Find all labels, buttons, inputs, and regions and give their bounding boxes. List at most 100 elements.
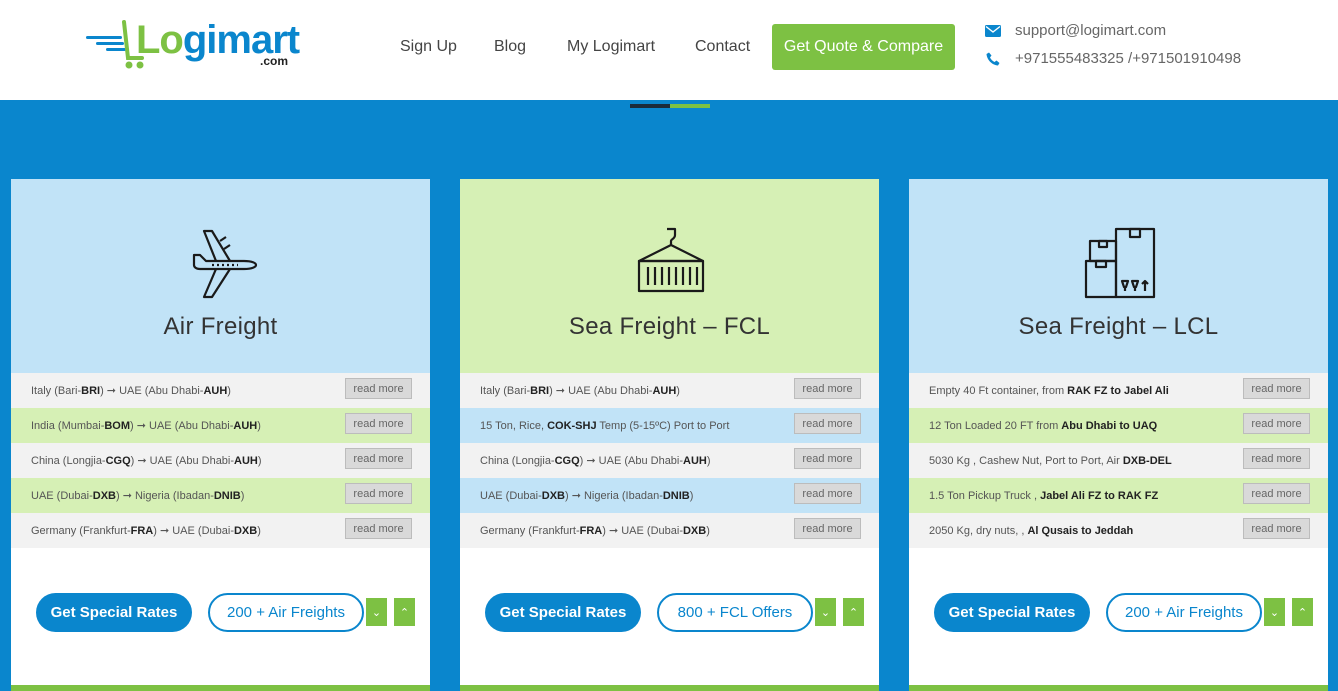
route-text: Germany (Frankfurt-FRA) ➞ UAE (Dubai-DXB… — [480, 524, 710, 537]
nav-blog[interactable]: Blog — [494, 38, 526, 56]
route-text: China (Longjia-CGQ) ➞ UAE (Abu Dhabi-AUH… — [31, 454, 262, 467]
route-list: Empty 40 Ft container, from RAK FZ to Ja… — [909, 373, 1328, 548]
route-text: 15 Ton, Rice, COK-SHJ Temp (5-15ºC) Port… — [480, 420, 729, 432]
phone-icon — [984, 51, 1002, 67]
read-more-button[interactable]: read more — [794, 483, 861, 504]
route-code: Jabel Ali FZ to RAK FZ — [1040, 489, 1159, 502]
route-segment: ) ➞ UAE (Abu Dhabi- — [130, 420, 234, 432]
get-quote-button[interactable]: Get Quote & Compare — [772, 24, 955, 70]
chevron-up-icon[interactable]: ⌃ — [1292, 598, 1313, 626]
route-code: DXB — [541, 490, 565, 502]
route-code: CGQ — [105, 455, 131, 467]
read-more-button[interactable]: read more — [794, 518, 861, 539]
chevron-down-icon[interactable]: ⌄ — [1264, 598, 1285, 626]
route-segment: ) — [706, 525, 710, 537]
route-segment: ) — [676, 385, 680, 397]
chevron-up-icon[interactable]: ⌃ — [843, 598, 864, 626]
read-more-button[interactable]: read more — [1243, 448, 1310, 469]
card-air-freight: Air Freight Italy (Bari-BRI) ➞ UAE (Abu … — [11, 179, 430, 691]
route-segment: ) ➞ UAE (Abu Dhabi- — [579, 455, 684, 467]
route-code: CGQ — [554, 455, 580, 467]
contact-email[interactable]: support@logimart.com — [984, 22, 1166, 39]
route-segment: Germany (Frankfurt- — [480, 525, 580, 537]
read-more-button[interactable]: read more — [345, 413, 412, 434]
read-more-button[interactable]: read more — [345, 378, 412, 399]
offers-count-button[interactable]: 200 + Air Freights — [1106, 593, 1262, 632]
stacked-boxes-icon — [1084, 227, 1156, 299]
chevron-down-icon[interactable]: ⌄ — [815, 598, 836, 626]
route-text: 5030 Kg , Cashew Nut, Port to Port, Air … — [929, 455, 1172, 467]
route-segment: ) — [706, 455, 711, 467]
route-row: China (Longjia-CGQ) ➞ UAE (Abu Dhabi-AUH… — [460, 443, 879, 478]
offers-count-button[interactable]: 800 + FCL Offers — [657, 593, 813, 632]
route-segment: 12 Ton Loaded 20 FT from — [929, 419, 1062, 432]
read-more-button[interactable]: read more — [1243, 378, 1310, 399]
route-segment: India (Mumbai- — [31, 420, 105, 432]
route-text: 12 Ton Loaded 20 FT from Abu Dhabi to UA… — [929, 420, 1157, 432]
envelope-icon — [984, 23, 1002, 39]
get-special-rates-button[interactable]: Get Special Rates — [934, 593, 1090, 632]
route-row: Empty 40 Ft container, from RAK FZ to Ja… — [909, 373, 1328, 408]
read-more-button[interactable]: read more — [345, 518, 412, 539]
route-code: FRA — [579, 525, 603, 537]
offers-count-button[interactable]: 200 + Air Freights — [208, 593, 364, 632]
card-header: Air Freight — [11, 179, 430, 373]
route-row: Germany (Frankfurt-FRA) ➞ UAE (Dubai-DXB… — [460, 513, 879, 548]
read-more-button[interactable]: read more — [794, 448, 861, 469]
read-more-button[interactable]: read more — [1243, 413, 1310, 434]
card-bottom-bar — [460, 685, 879, 691]
route-code: AUH — [652, 385, 677, 397]
card-title: Sea Freight – LCL — [1018, 313, 1219, 340]
route-segment: Temp (5-15ºC) Port to Port — [596, 419, 730, 432]
route-text: China (Longjia-CGQ) ➞ UAE (Abu Dhabi-AUH… — [480, 454, 711, 467]
route-text: 1.5 Ton Pickup Truck , Jabel Ali FZ to R… — [929, 490, 1158, 502]
route-code: DNIB — [213, 490, 241, 502]
read-more-button[interactable]: read more — [794, 378, 861, 399]
route-segment: 1.5 Ton Pickup Truck , — [929, 489, 1041, 502]
read-more-button[interactable]: read more — [794, 413, 861, 434]
chevron-down-icon[interactable]: ⌄ — [366, 598, 387, 626]
read-more-button[interactable]: read more — [345, 483, 412, 504]
route-text: 2050 Kg, dry nuts, , Al Qusais to Jeddah — [929, 525, 1133, 537]
route-code: AUH — [233, 420, 258, 432]
route-code: BRI — [81, 385, 101, 397]
route-code: AUH — [203, 385, 228, 397]
read-more-button[interactable]: read more — [1243, 518, 1310, 539]
card-header: Sea Freight – FCL — [460, 179, 879, 373]
route-segment: ) ➞ UAE (Abu Dhabi- — [130, 455, 235, 467]
nav-contact[interactable]: Contact — [695, 38, 750, 56]
logo[interactable]: Logimart .com — [84, 14, 300, 74]
route-row: 5030 Kg , Cashew Nut, Port to Port, Air … — [909, 443, 1328, 478]
route-code: RAK FZ to Jabel Ali — [1067, 384, 1169, 397]
route-text: Empty 40 Ft container, from RAK FZ to Ja… — [929, 385, 1169, 397]
route-row: Italy (Bari-BRI) ➞ UAE (Abu Dhabi-AUH) re… — [460, 373, 879, 408]
route-segment: ) — [257, 455, 262, 467]
route-row: China (Longjia-CGQ) ➞ UAE (Abu Dhabi-AUH… — [11, 443, 430, 478]
nav-sign-up[interactable]: Sign Up — [400, 38, 457, 56]
get-special-rates-button[interactable]: Get Special Rates — [36, 593, 192, 632]
shipping-container-icon — [637, 227, 705, 293]
read-more-button[interactable]: read more — [1243, 483, 1310, 504]
get-special-rates-button[interactable]: Get Special Rates — [485, 593, 641, 632]
route-row: India (Mumbai-BOM) ➞ UAE (Abu Dhabi-AUH)… — [11, 408, 430, 443]
route-segment: ) — [689, 490, 694, 502]
card-sea-freight-fcl: Sea Freight – FCL Italy (Bari-BRI) ➞ UAE… — [460, 179, 879, 691]
route-text: UAE (Dubai-DXB) ➞ Nigeria (Ibadan-DNIB) — [480, 489, 693, 502]
route-segment: ) ➞ UAE (Abu Dhabi- — [549, 385, 653, 397]
route-code: DNIB — [662, 490, 690, 502]
contact-phone[interactable]: +971555483325 /+971501910498 — [984, 50, 1241, 67]
route-segment: Italy (Bari- — [31, 385, 82, 397]
chevron-up-icon[interactable]: ⌃ — [394, 598, 415, 626]
route-text: UAE (Dubai-DXB) ➞ Nigeria (Ibadan-DNIB) — [31, 489, 244, 502]
route-segment: UAE (Dubai- — [31, 490, 93, 502]
route-row: 1.5 Ton Pickup Truck , Jabel Ali FZ to R… — [909, 478, 1328, 513]
route-segment: ) — [227, 385, 231, 397]
read-more-button[interactable]: read more — [345, 448, 412, 469]
card-title: Air Freight — [163, 313, 278, 340]
route-segment: ) — [240, 490, 245, 502]
route-text: Italy (Bari-BRI) ➞ UAE (Abu Dhabi-AUH) — [31, 384, 231, 397]
phone-text: +971555483325 /+971501910498 — [1015, 50, 1242, 67]
route-row: Italy (Bari-BRI) ➞ UAE (Abu Dhabi-AUH) re… — [11, 373, 430, 408]
nav-my-logimart[interactable]: My Logimart — [567, 38, 655, 56]
route-code: AUH — [683, 455, 707, 467]
